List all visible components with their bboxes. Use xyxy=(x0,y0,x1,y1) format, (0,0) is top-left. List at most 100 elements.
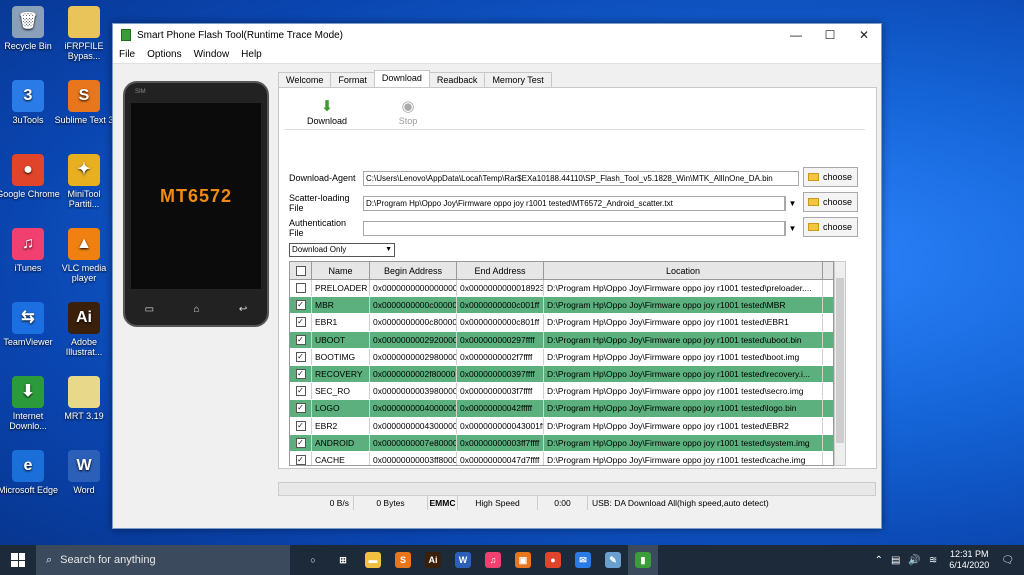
choose-auth-button[interactable]: choose xyxy=(803,217,858,237)
desktop-icon[interactable]: Ai Adobe Illustrat... xyxy=(52,302,116,357)
desktop-icon[interactable]: MRT 3.19 xyxy=(52,376,116,421)
taskbar-illustrator[interactable]: Ai xyxy=(418,545,448,575)
tab-format[interactable]: Format xyxy=(330,72,375,87)
taskbar-itunes[interactable]: ♫ xyxy=(478,545,508,575)
table-row[interactable]: ✓ MBR 0x0000000000c00000 0x0000000000c001ff… xyxy=(290,297,833,315)
auth-dropdown-icon[interactable]: ▼ xyxy=(785,220,799,236)
row-checkbox[interactable]: ✓ xyxy=(295,334,306,345)
col-name[interactable]: Name xyxy=(312,262,370,279)
row-checkbox-cell[interactable]: ✓ xyxy=(290,383,312,400)
maximize-button[interactable]: ☐ xyxy=(813,24,847,46)
row-checkbox-cell[interactable]: ✓ xyxy=(290,348,312,365)
auth-field[interactable] xyxy=(363,220,785,236)
table-row[interactable]: ✓ SEC_RO 0x0000000003980000 0x0000000003f7f… xyxy=(290,383,833,401)
scatter-field[interactable]: D:\Program Hp\Oppo Joy\Firmware oppo joy… xyxy=(363,195,785,211)
table-row[interactable]: ✓ RECOVERY 0x0000000002f80000 0x00000000039… xyxy=(290,365,833,384)
download-mode-select[interactable]: Download Only ▼ xyxy=(289,243,395,257)
choose-scatter-button[interactable]: choose xyxy=(803,192,858,212)
row-checkbox-cell[interactable]: ✓ xyxy=(290,434,312,451)
tab-welcome[interactable]: Welcome xyxy=(278,72,332,87)
row-checkbox[interactable]: ✓ xyxy=(295,437,306,448)
download-button[interactable]: ⬇ Download xyxy=(302,98,352,126)
table-row[interactable]: ✓ EBR1 0x0000000000c80000 0x0000000000c801f… xyxy=(290,314,833,332)
row-checkbox[interactable] xyxy=(295,283,306,294)
select-all-cell[interactable] xyxy=(290,262,312,279)
desktop-icon[interactable]: ⬇ Internet Downlo... xyxy=(0,376,60,431)
row-checkbox[interactable]: ✓ xyxy=(295,300,306,311)
tab-memory-test[interactable]: Memory Test xyxy=(484,72,552,87)
clock[interactable]: 12:31 PM 6/14/2020 xyxy=(941,549,997,571)
col-begin[interactable]: Begin Address xyxy=(370,262,457,279)
taskbar-search[interactable]: ⌕ Search for anything xyxy=(36,545,290,575)
taskbar-file-explorer[interactable]: ▬ xyxy=(358,545,388,575)
desktop-icon[interactable]: 🗑 Recycle Bin xyxy=(0,6,60,51)
tab-download[interactable]: Download xyxy=(373,70,430,87)
table-row[interactable]: ✓ BOOTIMG 0x0000000002980000 0x0000000002f7… xyxy=(290,348,833,366)
table-row[interactable]: ✓ ANDROID 0x0000000007e80000 0x00000000003f… xyxy=(290,434,833,452)
taskbar-3utools[interactable]: ▣ xyxy=(508,545,538,575)
chevron-up-icon[interactable]: ⌃ xyxy=(875,555,883,566)
taskbar-sublime[interactable]: S xyxy=(388,545,418,575)
taskbar-notepad[interactable]: ✎ xyxy=(598,545,628,575)
network-icon[interactable]: ▤ xyxy=(891,555,900,566)
desktop-icon[interactable]: ♫ iTunes xyxy=(0,228,60,273)
taskbar-mail[interactable]: ✉ xyxy=(568,545,598,575)
notification-icon[interactable]: 🗨 xyxy=(1001,555,1014,566)
select-all-checkbox[interactable] xyxy=(295,265,306,276)
title-bar[interactable]: Smart Phone Flash Tool(Runtime Trace Mod… xyxy=(113,24,881,46)
desktop-icon[interactable]: ⇆ TeamViewer xyxy=(0,302,60,347)
row-checkbox[interactable]: ✓ xyxy=(295,351,306,362)
taskbar-cortana[interactable]: ⊞ xyxy=(328,545,358,575)
volume-icon[interactable]: 🔊 xyxy=(908,555,920,566)
table-row[interactable]: ✓ LOGO 0x0000000004000000 0x00000000042ffff… xyxy=(290,400,833,418)
table-row[interactable]: ✓ CACHE 0x00000000003ff80000 0x00000000047d… xyxy=(290,451,833,465)
row-checkbox[interactable]: ✓ xyxy=(295,386,306,397)
row-checkbox[interactable]: ✓ xyxy=(295,454,306,465)
row-checkbox-cell[interactable]: ✓ xyxy=(290,365,312,383)
desktop-icon[interactable]: ▲ VLC media player xyxy=(52,228,116,283)
taskbar-chrome[interactable]: ● xyxy=(538,545,568,575)
table-row[interactable]: ✓ UBOOT 0x0000000002920000 0x000000000297ff… xyxy=(290,331,833,349)
row-checkbox-cell[interactable] xyxy=(290,280,312,297)
phone-model: MT6572 xyxy=(159,185,233,206)
taskbar-flash-tool[interactable]: ▮ xyxy=(628,545,658,575)
desktop-icon[interactable]: e Microsoft Edge xyxy=(0,450,60,495)
desktop-icon[interactable]: ● Google Chrome xyxy=(0,154,60,199)
row-checkbox-cell[interactable]: ✓ xyxy=(290,417,312,434)
desktop-icon[interactable]: iFRPFILE Bypas... xyxy=(52,6,116,61)
row-checkbox-cell[interactable]: ✓ xyxy=(290,400,312,417)
menu-file[interactable]: File xyxy=(119,49,135,60)
taskbar-task-view[interactable]: ○ xyxy=(298,545,328,575)
start-button[interactable] xyxy=(0,545,36,575)
choose-download-agent-button[interactable]: choose xyxy=(803,167,858,187)
menu-window[interactable]: Window xyxy=(194,49,230,60)
table-scrollbar[interactable] xyxy=(834,261,846,466)
row-checkbox-cell[interactable]: ✓ xyxy=(290,314,312,331)
desktop-icon[interactable]: S Sublime Text 3 xyxy=(52,80,116,125)
taskbar-word[interactable]: W xyxy=(448,545,478,575)
col-end[interactable]: End Address xyxy=(457,262,544,279)
table-row[interactable]: PRELOADER 0x0000000000000000 0x00000000000… xyxy=(290,280,833,298)
scatter-dropdown-icon[interactable]: ▼ xyxy=(785,195,799,211)
stop-button[interactable]: ◉ Stop xyxy=(383,98,433,126)
row-checkbox[interactable]: ✓ xyxy=(295,369,306,380)
close-button[interactable]: ✕ xyxy=(847,24,881,46)
col-location[interactable]: Location xyxy=(544,262,823,279)
minimize-button[interactable]: — xyxy=(779,24,813,46)
menu-help[interactable]: Help xyxy=(241,49,262,60)
tab-readback[interactable]: Readback xyxy=(428,72,486,87)
table-row[interactable]: ✓ EBR2 0x0000000004300000 0x000000000043001… xyxy=(290,417,833,435)
menu-options[interactable]: Options xyxy=(147,49,181,60)
row-checkbox[interactable]: ✓ xyxy=(295,403,306,414)
row-checkbox-cell[interactable]: ✓ xyxy=(290,331,312,348)
row-checkbox[interactable]: ✓ xyxy=(295,317,306,328)
scrollbar-thumb[interactable] xyxy=(836,278,844,443)
desktop-icon[interactable]: W Word xyxy=(52,450,116,495)
desktop-icon[interactable]: 3 3uTools xyxy=(0,80,60,125)
wifi-icon[interactable]: ≋ xyxy=(929,555,937,566)
row-checkbox-cell[interactable]: ✓ xyxy=(290,451,312,465)
row-checkbox[interactable]: ✓ xyxy=(295,420,306,431)
download-agent-field[interactable]: C:\Users\Lenovo\AppData\Local\Temp\Rar$E… xyxy=(363,170,799,186)
row-checkbox-cell[interactable]: ✓ xyxy=(290,297,312,314)
desktop-icon[interactable]: ✦ MiniTool Partiti... xyxy=(52,154,116,209)
